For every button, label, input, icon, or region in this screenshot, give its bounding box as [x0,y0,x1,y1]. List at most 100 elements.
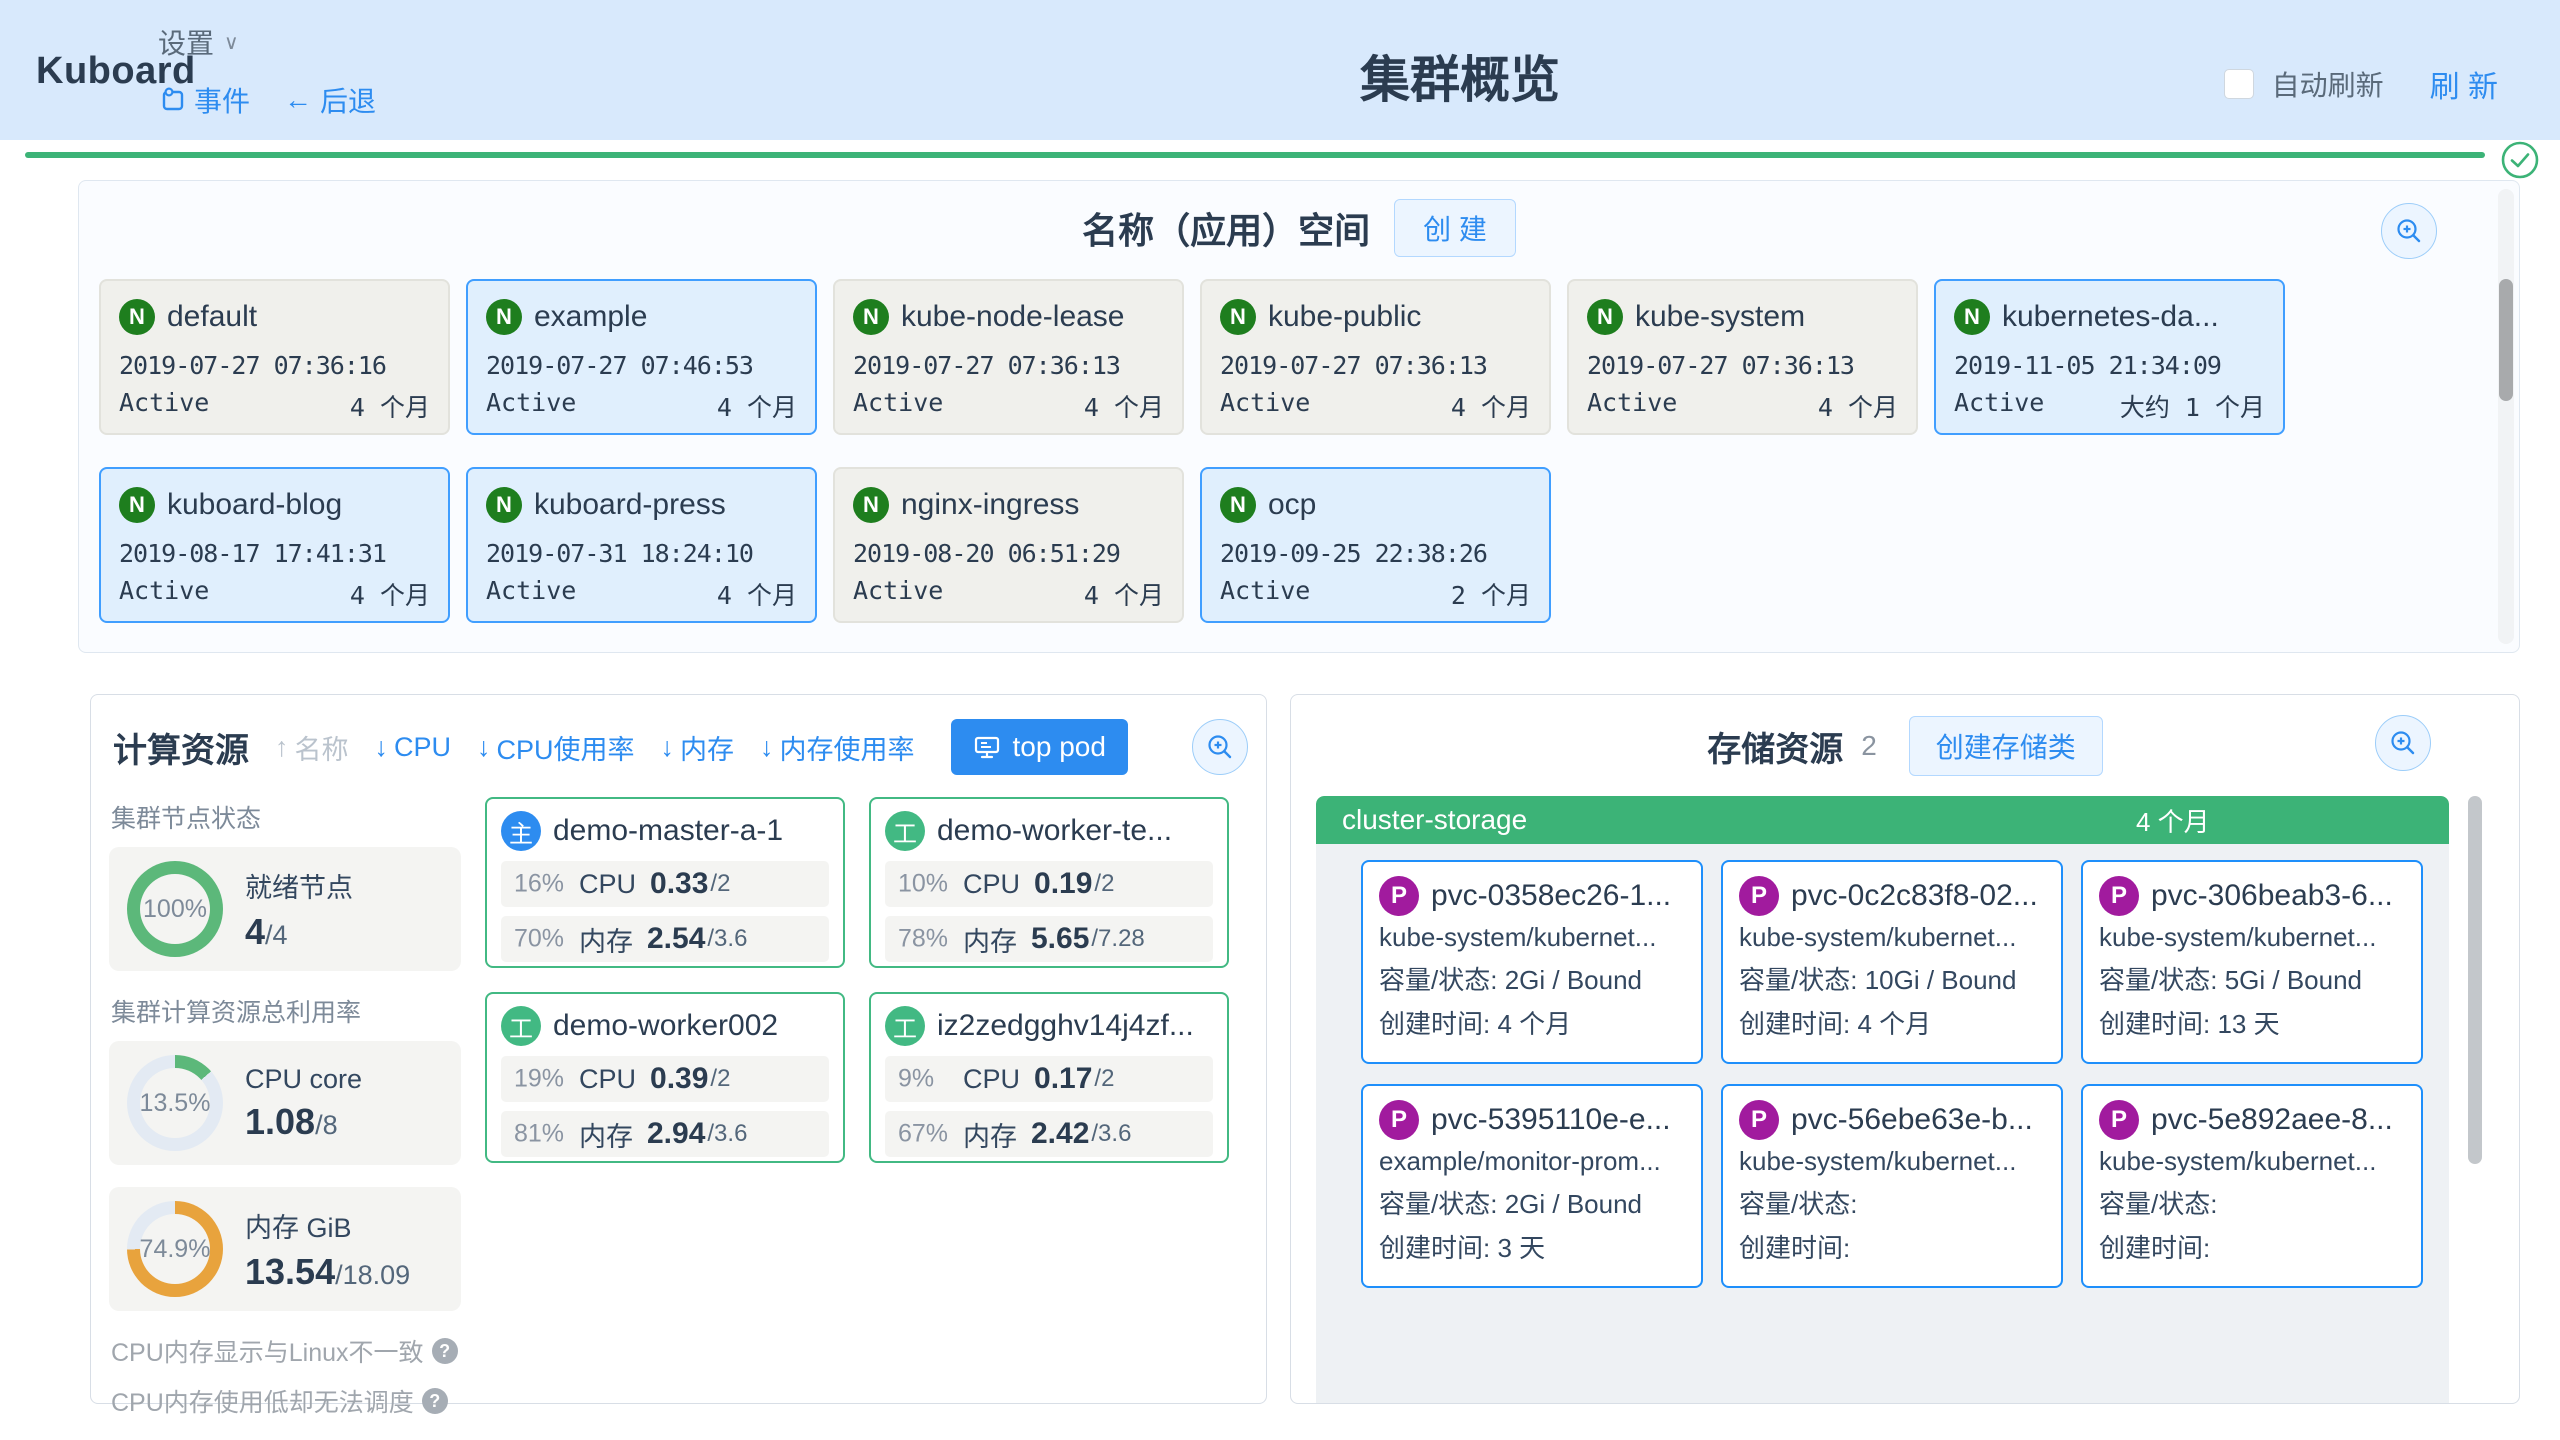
storage-scrollbar-thumb[interactable] [2468,796,2482,1164]
create-namespace-button[interactable]: 创 建 [1394,199,1516,257]
compute-title: 计算资源 [113,723,249,772]
namespace-created: 2019-07-27 07:36:13 [1220,351,1531,380]
node-card[interactable]: 主 demo-master-a-1 16% CPU 0.33 /2 70% 内存… [485,797,845,968]
memory-value: 2.42 [1031,1117,1089,1151]
node-card[interactable]: 工 demo-worker002 19% CPU 0.39 /2 81% 内存 … [485,992,845,1163]
create-storage-class-button[interactable]: 创建存储类 [1909,716,2103,776]
pvc-card[interactable]: P pvc-306beab3-6... kube-system/kubernet… [2081,860,2423,1064]
node-role-icon: 工 [885,1006,925,1046]
namespace-card[interactable]: N kubernetes-da... 2019-11-05 21:34:09 A… [1934,279,2285,435]
pvc-capacity-label: 容量/状态: [2099,965,2217,995]
node-card[interactable]: 工 demo-worker-te... 10% CPU 0.19 /2 78% … [869,797,1229,968]
cpu-percent: 19% [514,1065,564,1094]
top-pod-button[interactable]: top pod [951,719,1128,775]
namespace-age: 4 个月 [1451,388,1531,424]
namespaces-title: 名称（应用）空间 [1082,202,1370,254]
zoom-in-icon[interactable] [1192,719,1248,775]
namespace-created: 2019-08-20 06:51:29 [853,539,1164,568]
pvc-card[interactable]: P pvc-5e892aee-8... kube-system/kubernet… [2081,1084,2423,1288]
memory-row-label: 内存 [579,1115,633,1154]
namespace-name: kuboard-blog [167,488,342,522]
cluster-stats-column: 集群节点状态 100% 就绪节点 4/4 集群计算资源总利用率 13.5% [109,789,461,1419]
namespace-card[interactable]: N ocp 2019-09-25 22:38:26 Active 2 个月 [1200,467,1551,623]
namespace-card[interactable]: N example 2019-07-27 07:46:53 Active 4 个… [466,279,817,435]
back-link[interactable]: ← 后退 [284,80,376,120]
question-mark-icon[interactable]: ? [422,1388,448,1414]
cpu-total: /2 [1094,870,1114,898]
namespace-card[interactable]: N default 2019-07-27 07:36:16 Active 4 个… [99,279,450,435]
namespace-status: Active [1954,388,2044,424]
sort-control[interactable]: ↑ 名称 [275,728,349,767]
pvc-ref: kube-system/kubernet... [2099,922,2405,953]
namespace-icon: N [1220,299,1256,335]
namespace-status: Active [486,388,576,424]
sort-control[interactable]: ↓ CPU使用率 [477,728,635,767]
namespace-card[interactable]: N kuboard-press 2019-07-31 18:24:10 Acti… [466,467,817,623]
header-nav: 事件 ← 后退 [160,80,376,120]
cpu-total: /2 [710,870,730,898]
sort-arrow-icon: ↓ [661,732,675,763]
cpu-row-label: CPU [963,869,1020,900]
cpu-row-label: CPU [963,1064,1020,1095]
footnote: CPU内存使用低却无法调度 ? [111,1383,461,1419]
namespace-card[interactable]: N kube-system 2019-07-27 07:36:13 Active… [1567,279,1918,435]
ready-nodes-title: 就绪节点 [245,866,353,905]
node-name: iz2zedgghv14j4zf... [937,1009,1194,1043]
namespace-created: 2019-08-17 17:41:31 [119,539,430,568]
namespace-card[interactable]: N kube-node-lease 2019-07-27 07:36:13 Ac… [833,279,1184,435]
namespace-age: 4 个月 [717,576,797,612]
ready-nodes-percent: 100% [127,861,223,957]
footnote-text: CPU内存使用低却无法调度 [111,1383,414,1419]
namespace-age: 4 个月 [1818,388,1898,424]
question-mark-icon[interactable]: ? [432,1338,458,1364]
app-header: Kuboard 设置 ∨ 事件 ← 后退 集群概览 自动刷新 刷 新 [0,0,2560,140]
memory-donut: 74.9% [127,1201,223,1297]
sort-label: 内存 [680,728,734,767]
pvc-card[interactable]: P pvc-5395110e-e... example/monitor-prom… [1361,1084,1703,1288]
events-icon [160,87,186,113]
memory-value: 2.94 [647,1117,705,1151]
compute-body: 集群节点状态 100% 就绪节点 4/4 集群计算资源总利用率 13.5% [109,789,1248,1419]
namespace-card[interactable]: N kuboard-blog 2019-08-17 17:41:31 Activ… [99,467,450,623]
pvc-name: pvc-5395110e-e... [1431,1103,1671,1137]
load-progress-bar [25,152,2485,158]
memory-percent: 70% [514,925,564,954]
namespace-name: kuboard-press [534,488,726,522]
namespace-card[interactable]: N kube-public 2019-07-27 07:36:13 Active… [1200,279,1551,435]
node-name: demo-worker002 [553,1009,778,1043]
namespace-status: Active [1587,388,1677,424]
storage-title: 存储资源 [1707,722,1843,771]
namespace-icon: N [853,299,889,335]
pvc-capacity-label: 容量/状态: [1739,965,1857,995]
pvc-created: 13 天 [2217,1009,2279,1039]
top-pod-label: top pod [1013,731,1106,763]
pvc-card[interactable]: P pvc-0358ec26-1... kube-system/kubernet… [1361,860,1703,1064]
cpu-core-title: CPU core [245,1064,362,1095]
storage-class-group: cluster-storage 4 个月 P pvc-0358ec26-1...… [1316,796,2449,1404]
zoom-in-icon[interactable] [2375,715,2431,771]
node-card[interactable]: 工 iz2zedgghv14j4zf... 9% CPU 0.17 /2 67%… [869,992,1229,1163]
refresh-button[interactable]: 刷 新 [2430,62,2498,106]
node-name: demo-worker-te... [937,814,1172,848]
namespace-name: kube-system [1635,300,1805,334]
pvc-icon: P [2099,876,2139,916]
namespace-name: nginx-ingress [901,488,1079,522]
zoom-in-icon[interactable] [2381,203,2437,259]
sort-control[interactable]: ↓ 内存使用率 [760,728,915,767]
pvc-card[interactable]: P pvc-56ebe63e-b... kube-system/kubernet… [1721,1084,2063,1288]
node-cpu-row: 9% CPU 0.17 /2 [885,1056,1213,1102]
auto-refresh-checkbox[interactable] [2224,69,2254,99]
events-link[interactable]: 事件 [160,80,250,120]
settings-menu[interactable]: 设置 ∨ [158,22,239,62]
storage-class-bar[interactable]: cluster-storage 4 个月 [1316,796,2449,844]
namespaces-scrollbar-thumb[interactable] [2499,279,2513,401]
cpu-percent: 9% [898,1065,934,1094]
chevron-down-icon: ∨ [224,30,239,55]
sort-control[interactable]: ↓ 内存 [661,728,735,767]
pvc-card[interactable]: P pvc-0c2c83f8-02... kube-system/kuberne… [1721,860,2063,1064]
namespace-card[interactable]: N nginx-ingress 2019-08-20 06:51:29 Acti… [833,467,1184,623]
sort-controls: ↑ 名称 ↓ CPU ↓ CPU使用率 ↓ 内存 ↓ 内存使用率 [275,728,915,767]
sort-control[interactable]: ↓ CPU [375,732,452,763]
pvc-capacity: 2Gi / Bound [1505,965,1642,995]
node-role-icon: 主 [501,811,541,851]
